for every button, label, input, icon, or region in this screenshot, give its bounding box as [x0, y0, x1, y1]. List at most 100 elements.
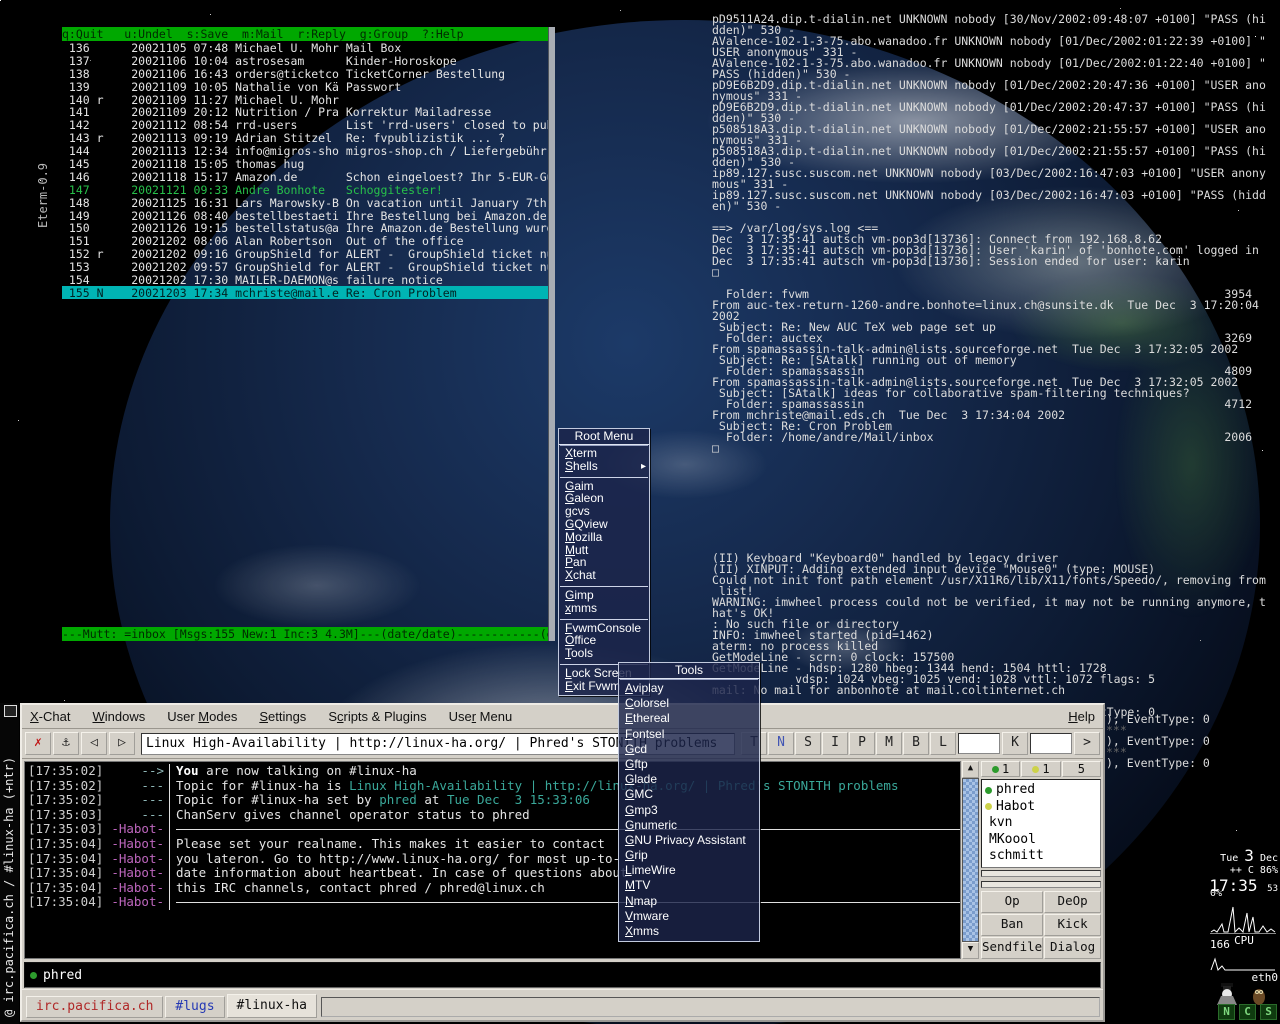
nav-back-icon[interactable]: ◁: [81, 732, 107, 755]
xchat-titlebar[interactable]: @ irc.pacifica.ch / #linux-ha (+ntr): [0, 703, 19, 1024]
mutt-row[interactable]: 136 20021105 07:48 Michael U. Mohr Mail …: [62, 41, 548, 55]
mutt-row[interactable]: 152 r 20021202 09:16 GroupShield for ALE…: [62, 247, 548, 261]
mutt-row[interactable]: 144 20021113 12:34 info@migros-sho migro…: [62, 144, 548, 158]
menu-user-modes[interactable]: User Modes: [167, 709, 237, 724]
menu-item-aviplay[interactable]: Aviplay: [619, 681, 759, 696]
nick-item-schmitt[interactable]: schmitt: [985, 848, 1097, 865]
mode-button-n[interactable]: N: [768, 732, 794, 755]
chat-tag: -Habot-: [102, 880, 170, 896]
button-op[interactable]: Op: [981, 891, 1044, 913]
menu-windows[interactable]: Windows: [92, 709, 145, 724]
menu-item-gmp3[interactable]: Gmp3: [619, 803, 759, 818]
mode-button-m[interactable]: M: [876, 732, 902, 755]
chat-rule: [176, 902, 960, 904]
scrollbar-trough[interactable]: [962, 778, 979, 942]
nick-item-phred[interactable]: phred: [985, 782, 1097, 799]
menu-item-gmc[interactable]: GMC: [619, 787, 759, 802]
menu-settings[interactable]: Settings: [259, 709, 306, 724]
scroll-up-icon[interactable]: ▲: [962, 761, 979, 778]
menu-item-tools[interactable]: Tools: [559, 647, 649, 660]
nick-item-mkoool[interactable]: MKoool: [985, 832, 1097, 849]
mutt-row[interactable]: 148 20021125 16:31 Lars Marowsky-B On va…: [62, 196, 548, 210]
mutt-row[interactable]: 150 20021126 19:15 bestellstatus@a Ihre …: [62, 221, 548, 235]
chat-tag: ---: [102, 807, 170, 823]
menu-item-xmms[interactable]: xmms: [559, 601, 649, 615]
mode-button-p[interactable]: P: [849, 732, 875, 755]
nav-forward-icon[interactable]: ▷: [109, 732, 135, 755]
mutt-row[interactable]: 140 r 20021109 11:27 Michael U. Mohr: [62, 93, 548, 107]
tab-linux-ha[interactable]: #linux-ha: [226, 994, 317, 1018]
channel-tab-row: irc.pacifica.ch #lugs #linux-ha: [22, 989, 1103, 1020]
menu-item-colorsel[interactable]: Colorsel: [619, 696, 759, 711]
tab-irc-pacifica-ch[interactable]: irc.pacifica.ch: [26, 996, 164, 1018]
xchat-window-menu-button[interactable]: [4, 705, 17, 717]
more-button[interactable]: >: [1074, 732, 1100, 755]
chat-scrollbar[interactable]: ▲ ▼: [962, 761, 979, 959]
menu-item-mtv[interactable]: MTV: [619, 878, 759, 893]
menu-item-grip[interactable]: Grip: [619, 848, 759, 863]
mutt-row[interactable]: 155 N 20021203 17:34 mchriste@mail.e Re:…: [62, 285, 548, 299]
menu-item-fontsel[interactable]: Fontsel: [619, 727, 759, 742]
menu-item-ethereal[interactable]: Ethereal: [619, 711, 759, 726]
tab-lugs[interactable]: #lugs: [165, 996, 225, 1018]
button-dialog[interactable]: Dialog: [1044, 937, 1101, 959]
mutt-row[interactable]: 142 20021112 08:54 rrd-users List 'rrd-u…: [62, 118, 548, 132]
mutt-row[interactable]: 151 20021202 08:06 Alan Robertson Out of…: [62, 234, 548, 248]
mutt-row[interactable]: 141 20021109 20:12 Nutrition / Pra Korre…: [62, 105, 548, 119]
mutt-row[interactable]: 149 20021126 08:40 bestellbestaeti Ihre …: [62, 209, 548, 223]
menu-item-nmap[interactable]: Nmap: [619, 894, 759, 909]
menu-item-gnu-privacy-assistant[interactable]: GNU Privacy Assistant: [619, 833, 759, 848]
limit-input[interactable]: [1030, 733, 1072, 754]
close-icon[interactable]: ✗: [25, 732, 51, 755]
eterm-scrollbar[interactable]: [548, 27, 555, 641]
mutt-row[interactable]: 146 20021118 15:17 Amazon.de Schon einge…: [62, 170, 548, 184]
mutt-row[interactable]: 145 20021118 15:05 thomas hug: [62, 157, 548, 171]
menu-item-gcd[interactable]: Gcd: [619, 742, 759, 757]
button-deop[interactable]: DeOp: [1044, 891, 1101, 913]
menu-item-gftp[interactable]: Gftp: [619, 757, 759, 772]
mode-button-l[interactable]: L: [930, 732, 956, 755]
stars: [0, 0, 1, 1]
key-input[interactable]: [958, 733, 1000, 754]
mutt-row[interactable]: 138 20021106 16:43 orders@ticketco Ticke…: [62, 67, 548, 81]
nick-item-habot[interactable]: Habot: [985, 799, 1097, 816]
plug-icon[interactable]: ⚓: [53, 732, 79, 755]
menu-scripts-plugins[interactable]: Scripts & Plugins: [328, 709, 426, 724]
mutt-row[interactable]: 154 20021202 17:30 MAILER-DAEMON@s failu…: [62, 273, 548, 287]
menu-item-shells[interactable]: Shells ▸: [559, 459, 649, 473]
menu-item-xchat[interactable]: Xchat: [559, 569, 649, 582]
chat-line: [17:35:03] --- ChanServ gives channel oper…: [25, 807, 960, 823]
chat-segment: Topic for #linux-ha is: [176, 778, 350, 793]
button-ban[interactable]: Ban: [981, 914, 1044, 936]
message-input-row[interactable]: phred: [24, 962, 1101, 988]
mode-button-s[interactable]: S: [795, 732, 821, 755]
chat-line: [17:35:02] --- Topic for #linux-ha set by …: [25, 793, 960, 808]
mutt-row[interactable]: 137 20021106 10:04 astrosesam Kinder-Hor…: [62, 54, 548, 68]
menu-item-glade[interactable]: Glade: [619, 772, 759, 787]
tab-filler: [321, 997, 1100, 1017]
eterm-titlebar[interactable]: Eterm-0.9: [36, 48, 54, 228]
scroll-down-icon[interactable]: ▼: [962, 942, 979, 959]
mutt-row[interactable]: 147 20021121 09:33 Andre Bonhote Schoggi…: [62, 183, 548, 197]
mutt-row[interactable]: 143 r 20021113 09:19 Adrian Stitzel Re: …: [62, 131, 548, 145]
mode-button-b[interactable]: B: [903, 732, 929, 755]
menu-help[interactable]: Help: [1068, 709, 1095, 724]
op-dot-icon: [985, 786, 992, 794]
mode-button-i[interactable]: I: [822, 732, 848, 755]
button-sendfile[interactable]: Sendfile: [981, 937, 1044, 959]
menu-item-gnumeric[interactable]: Gnumeric: [619, 818, 759, 833]
led-c: C: [1239, 1004, 1256, 1020]
chat-message: [170, 822, 960, 837]
mutt-row[interactable]: 139 20021109 10:05 Nathalie von Kä Passw…: [62, 80, 548, 94]
menu-x-chat[interactable]: X-Chat: [30, 709, 70, 724]
chat-timestamp: [17:35:04]: [28, 850, 104, 866]
menu-item-vmware[interactable]: Vmware: [619, 909, 759, 924]
button-kick[interactable]: Kick: [1044, 914, 1101, 936]
menu-item-xmms[interactable]: Xmms: [619, 924, 759, 939]
mutt-row[interactable]: 153 20021202 09:57 GroupShield for ALERT…: [62, 260, 548, 274]
menu-item-limewire[interactable]: LimeWire: [619, 863, 759, 878]
key-button[interactable]: K: [1002, 732, 1028, 755]
submenu-arrow-icon: ▸: [640, 460, 646, 472]
menu-user-menu[interactable]: User Menu: [449, 709, 513, 724]
nick-item-kvn[interactable]: kvn: [985, 815, 1097, 832]
